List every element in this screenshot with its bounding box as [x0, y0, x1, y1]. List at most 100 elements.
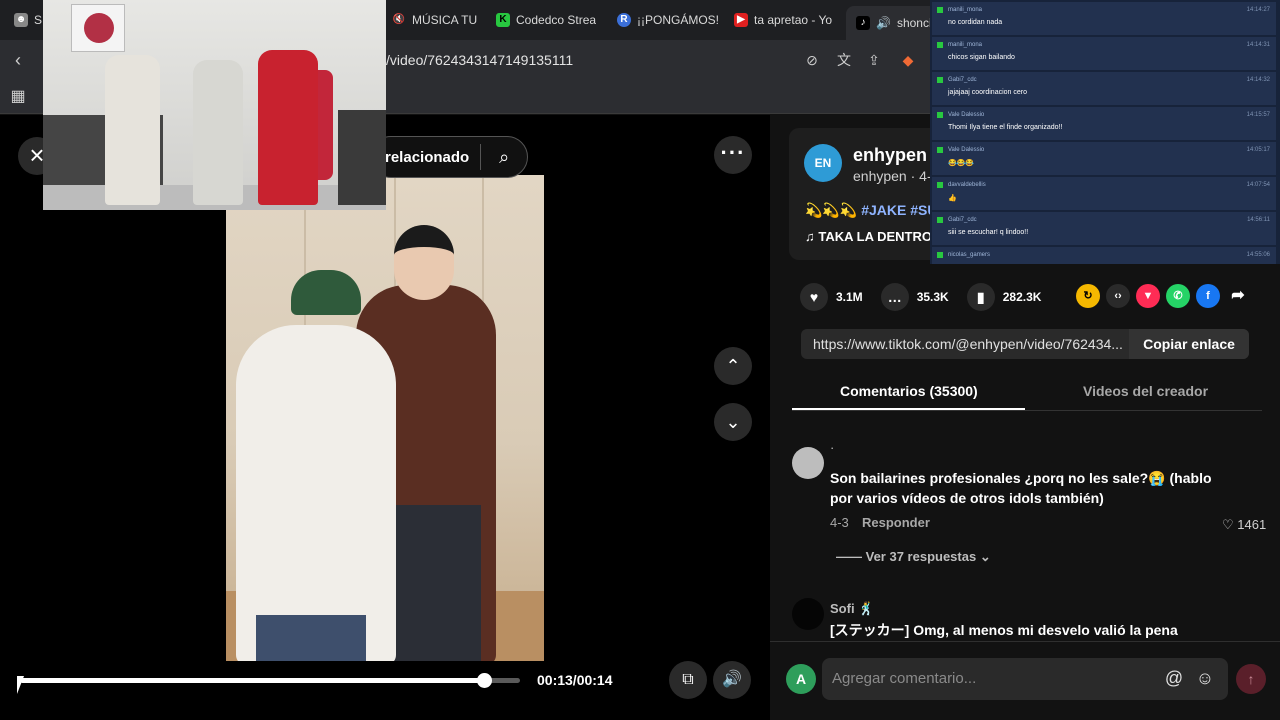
dancer-head — [394, 225, 454, 300]
back-icon[interactable]: ‹ — [6, 48, 30, 72]
post-caption: 💫💫💫 #JAKE #SU — [805, 202, 937, 219]
caption-emoji: 💫💫💫 — [805, 202, 858, 218]
previous-video-button[interactable]: ⌃ — [714, 347, 752, 385]
mention-icon[interactable]: @ — [1162, 666, 1186, 690]
comment-username[interactable]: Sofi 🕺 — [830, 601, 874, 617]
screen: ☻ S 🔇 MÚSICA TU K Codedco Strea R ¡¡PONG… — [0, 0, 1280, 720]
bookmark-icon[interactable]: ▮ — [966, 283, 995, 311]
kick-badge-icon — [937, 252, 943, 258]
video-link[interactable]: https://www.tiktok.com/@enhypen/video/76… — [801, 336, 1129, 352]
facebook-icon[interactable]: f — [1196, 284, 1220, 308]
volume-icon[interactable]: 🔊 — [713, 661, 751, 699]
copy-link-box: https://www.tiktok.com/@enhypen/video/76… — [801, 329, 1249, 359]
share-arrow-icon[interactable]: ➦ — [1226, 284, 1250, 308]
music-title: TAKA LA DENTRO — [818, 229, 932, 244]
music-note-icon: ♫ — [805, 229, 815, 244]
next-video-button[interactable]: ⌄ — [714, 403, 752, 441]
dancer-cap — [291, 270, 361, 315]
comment-action[interactable]: … 35.3K — [880, 283, 949, 311]
dancer-jeans — [256, 615, 366, 661]
desk — [338, 110, 386, 205]
streamer-person — [258, 50, 318, 205]
r-icon: R — [617, 13, 631, 27]
comment-text: [ステッカー] Omg, al menos mi desvelo valió l… — [830, 622, 1178, 638]
view-replies-button[interactable]: —— Ver 37 respuestas ⌄ — [836, 549, 991, 565]
tab-label: S — [34, 13, 43, 27]
tab-creator-videos[interactable]: Videos del creador — [1083, 383, 1208, 399]
apps-grid-icon[interactable]: ▦ — [6, 85, 30, 109]
tab-label: ta apretao - Yo — [754, 13, 833, 27]
progress-fill — [20, 678, 485, 683]
webcam-overlay — [43, 0, 386, 210]
chat-text: 😂😂😂 — [948, 160, 975, 167]
like-action[interactable]: ♥ 3.1M — [800, 283, 863, 311]
music-line[interactable]: ♫ TAKA LA DENTRO — [805, 229, 932, 244]
translate-icon[interactable]: 文 — [834, 50, 854, 70]
chat-username: davvaldebellis — [948, 182, 986, 188]
kick-icon: K — [496, 13, 510, 27]
caption-hashtags[interactable]: #JAKE #SU — [861, 202, 937, 218]
browser-tab[interactable]: ▶ ta apretao - Yo — [734, 8, 832, 32]
chat-timestamp: 14:15:57 — [1246, 112, 1270, 118]
kick-badge-icon — [937, 77, 943, 83]
comment-text: Son bailarines profesionales ¿porq no le… — [830, 470, 1212, 486]
chat-text: siii se escuchar! q lindoo!! — [948, 229, 1029, 236]
commenter-avatar[interactable] — [792, 598, 824, 630]
comment-like[interactable]: ♡ 1461 — [1222, 517, 1266, 533]
comment-text: por varios vídeos de otros idols también… — [830, 490, 1104, 506]
send-to-friends-icon[interactable]: ▼ — [1136, 284, 1160, 308]
comment-icon[interactable]: … — [880, 283, 909, 311]
comment-username[interactable]: · — [830, 440, 834, 455]
chat-message: Vale Dalessio 14:05:17 😂😂😂 — [932, 142, 1276, 175]
heart-outline-icon[interactable]: ♡ — [1222, 517, 1234, 532]
embed-icon[interactable]: ‹› — [1106, 284, 1130, 308]
post-comment-button[interactable]: ↑ — [1236, 664, 1266, 694]
chat-message: manili_mona 14:14:31 chicos sigan bailando — [932, 37, 1276, 70]
tab-comments[interactable]: Comentarios (35300) — [840, 383, 978, 399]
mouse-cursor — [17, 676, 24, 694]
streamer-person — [193, 60, 243, 205]
chat-username: Gabi7_cdc — [948, 77, 977, 83]
chat-message: manili_mona 14:14:27 no cordidan nada — [932, 2, 1276, 35]
reply-button[interactable]: Responder — [862, 515, 930, 530]
browser-tab[interactable]: K Codedco Strea — [496, 8, 596, 32]
browser-tab-active[interactable]: ♪ 🔊 shonci — [846, 6, 942, 40]
url-text[interactable]: /video/7624343147149135111 — [386, 52, 573, 68]
chat-timestamp: 14:14:32 — [1246, 77, 1270, 83]
kick-badge-icon — [937, 42, 943, 48]
floating-player-icon[interactable]: ⧉ — [669, 661, 707, 699]
chat-timestamp: 14:05:17 — [1246, 147, 1270, 153]
chat-text: no cordidan nada — [948, 19, 1003, 26]
chat-username: Vale Dalessio — [948, 112, 985, 118]
save-action[interactable]: ▮ 282.3K — [966, 283, 1041, 311]
repost-icon[interactable]: ↻ — [1076, 284, 1100, 308]
emoji-icon[interactable]: ☺ — [1193, 666, 1217, 690]
author-name[interactable]: enhypen — [853, 145, 927, 166]
browser-tab[interactable]: R ¡¡PONGÁMOS! — [617, 8, 719, 32]
kick-badge-icon — [937, 217, 943, 223]
author-avatar[interactable]: EN — [804, 144, 842, 182]
whatsapp-icon[interactable]: ✆ — [1166, 284, 1190, 308]
more-options-button[interactable]: ··· — [714, 136, 752, 174]
engagement-actions: ♥ 3.1M … 35.3K ▮ 282.3K — [800, 283, 1059, 311]
chat-timestamp: 14:07:54 — [1246, 182, 1270, 188]
share-page-icon[interactable]: ⇪ — [864, 50, 884, 70]
chat-message: Gabi7_cdc 14:14:32 jajajaaj coordinacion c… — [932, 72, 1276, 105]
heart-icon[interactable]: ♥ — [800, 283, 828, 311]
streamer-person — [105, 55, 160, 205]
copy-link-button[interactable]: Copiar enlace — [1129, 329, 1249, 359]
commenter-avatar[interactable] — [792, 447, 824, 479]
current-user-avatar[interactable]: A — [786, 664, 816, 694]
chat-message: nicolas_gamers 14:55:06 — [932, 247, 1276, 264]
browser-tab[interactable]: 🔇 MÚSICA TU — [392, 8, 477, 32]
related-search[interactable]: relacionado ⌕ — [370, 136, 528, 178]
no-media-icon[interactable]: ⊘ — [802, 50, 822, 70]
kick-badge-icon — [937, 112, 943, 118]
browser-tab[interactable]: ☻ S — [14, 8, 42, 32]
wall-logo — [71, 4, 125, 52]
search-icon[interactable]: ⌕ — [481, 147, 527, 168]
brave-shield-icon[interactable]: ◆ — [898, 50, 918, 70]
video-frame[interactable] — [226, 175, 544, 661]
progress-bar[interactable] — [20, 673, 520, 688]
share-icons: ↻ ‹› ▼ ✆ f ➦ — [1076, 284, 1250, 308]
